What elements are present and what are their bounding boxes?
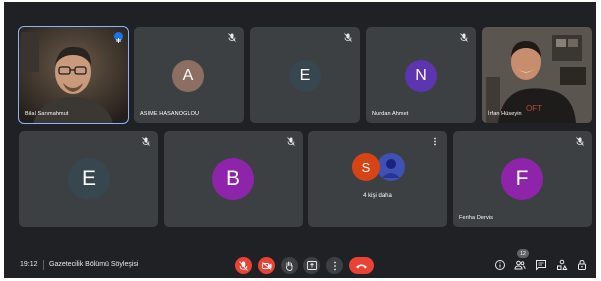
- participant-tile-e1[interactable]: E: [250, 27, 360, 123]
- participant-avatar: E: [289, 60, 321, 92]
- participant-video: [19, 27, 128, 123]
- raise-hand-button[interactable]: [281, 257, 298, 274]
- overflow-label: 4 kişi daha: [363, 193, 392, 199]
- participant-tile-asime[interactable]: A ASIME HASANOGLOU: [134, 27, 244, 123]
- mic-off-icon: [228, 33, 236, 42]
- participant-tile-e2[interactable]: E: [19, 131, 158, 227]
- overflow-avatar-photo: [377, 153, 405, 181]
- participant-tile-b[interactable]: B: [164, 131, 303, 227]
- participant-name: Nurdan Ahmet: [372, 111, 409, 117]
- mic-off-icon: [460, 33, 468, 42]
- more-options-icon[interactable]: [431, 137, 439, 146]
- camera-toggle-button[interactable]: [258, 257, 275, 274]
- mic-off-icon: [239, 260, 248, 271]
- present-screen-icon: [306, 261, 317, 270]
- leave-call-button[interactable]: [349, 257, 374, 274]
- mic-off-icon: [287, 137, 295, 146]
- mic-off-icon: [344, 33, 352, 42]
- participant-tile-irfan[interactable]: OFT İrfan Hüseyin: [482, 27, 592, 123]
- hang-up-icon: [356, 264, 367, 268]
- participant-avatar: A: [172, 60, 204, 92]
- participant-avatar: E: [68, 158, 110, 200]
- participant-avatar: F: [501, 158, 543, 200]
- mic-off-icon: [142, 137, 150, 146]
- meeting-title: Gazetecilik Bölümü Söyleşisi: [49, 261, 139, 268]
- participant-name: ASIME HASANOGLOU: [140, 111, 200, 117]
- divider: [43, 260, 44, 270]
- participant-tile-feriha[interactable]: F Feriha Dervis: [453, 131, 592, 227]
- chat-icon[interactable]: [535, 259, 547, 271]
- speaking-indicator-icon: [114, 32, 123, 43]
- mic-toggle-button[interactable]: [235, 257, 252, 274]
- meeting-time: 19:12: [20, 261, 38, 268]
- control-bar: 19:12 Gazetecilik Bölümü Söyleşisi 12: [4, 249, 596, 278]
- meet-window: Bilal Sarımahmut A ASIME HASANOGLOU E N …: [4, 2, 596, 278]
- hand-icon: [286, 261, 293, 271]
- people-icon[interactable]: [514, 259, 526, 271]
- participant-name: Bilal Sarımahmut: [25, 111, 69, 117]
- people-count-badge: 12: [517, 249, 529, 258]
- participant-avatar: B: [212, 158, 254, 200]
- present-button[interactable]: [303, 257, 320, 274]
- participant-avatar: N: [405, 60, 437, 92]
- host-controls-icon[interactable]: [576, 259, 588, 271]
- overflow-avatar: S: [352, 153, 380, 181]
- svg-text:OFT: OFT: [526, 104, 542, 113]
- more-vert-icon: [333, 261, 336, 270]
- participant-video: OFT: [482, 27, 592, 123]
- camera-off-icon: [261, 261, 271, 270]
- participant-name: İrfan Hüseyin: [488, 111, 522, 117]
- participant-tile-nurdan[interactable]: N Nurdan Ahmet: [366, 27, 476, 123]
- participant-tile-bilal[interactable]: Bilal Sarımahmut: [18, 26, 129, 124]
- more-options-button[interactable]: [326, 257, 343, 274]
- info-icon[interactable]: [494, 259, 506, 271]
- more-participants-tile[interactable]: S 4 kişi daha: [308, 131, 447, 227]
- participant-name: Feriha Dervis: [459, 215, 494, 221]
- activities-icon[interactable]: [556, 259, 568, 271]
- mic-off-icon: [576, 137, 584, 146]
